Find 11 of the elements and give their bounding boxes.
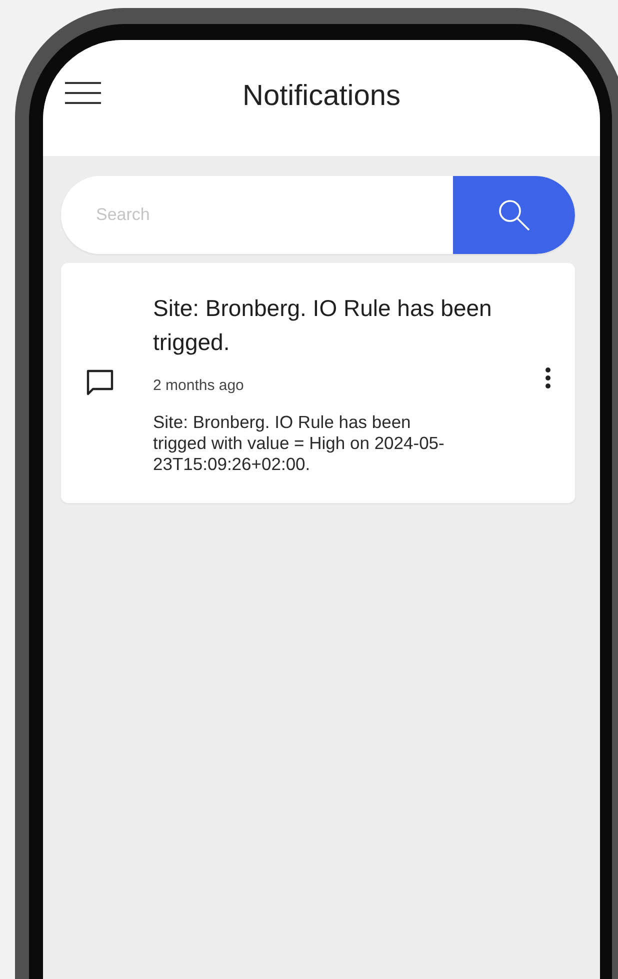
message-icon bbox=[85, 368, 115, 398]
page-title: Notifications bbox=[242, 80, 400, 113]
notification-card[interactable]: Site: Bronberg. IO Rule has been trigged. 2 months ago Site: Bronberg. IO Rule has been trigged with value = High on 2024-05-23T15:09:26+02:00. bbox=[61, 263, 575, 503]
search-button[interactable] bbox=[453, 176, 575, 254]
search-icon bbox=[496, 197, 532, 233]
more-icon bbox=[545, 367, 551, 389]
notification-time: 2 months ago bbox=[153, 377, 245, 394]
notification-title: Site: Bronberg. IO Rule has been trigged. bbox=[153, 294, 493, 357]
search-field[interactable]: Search bbox=[61, 176, 575, 254]
notification-message: Site: Bronberg. IO Rule has been trigged with value = High on 2024-05-23T15:09:26+02:00. bbox=[153, 412, 446, 475]
menu-icon[interactable] bbox=[65, 81, 101, 105]
